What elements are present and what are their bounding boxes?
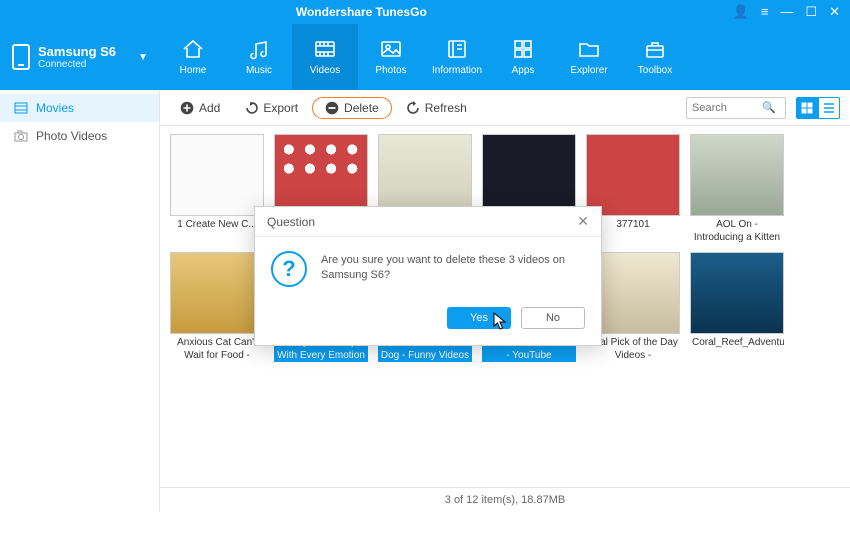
music-icon [246, 38, 272, 60]
list-view-button[interactable] [818, 97, 840, 119]
export-icon [244, 101, 258, 115]
view-toggle [796, 97, 840, 119]
yes-button[interactable]: Yes [447, 307, 511, 329]
refresh-icon [406, 101, 420, 115]
search-input[interactable] [692, 102, 762, 114]
sidebar-item-label: Movies [36, 101, 74, 115]
status-bar: 3 of 12 item(s), 18.87MB [160, 487, 850, 511]
videos-icon [312, 38, 338, 60]
nav-label: Information [432, 65, 482, 76]
video-caption: Anxious Cat Can't Wait for Food - Jokero… [170, 334, 264, 362]
sidebar-item-label: Photo Videos [36, 129, 107, 143]
video-thumb[interactable]: AOL On - Introducing a Kitten to Their N… [690, 134, 784, 244]
title-bar: Wondershare TunesGo 👤 ≡ — ☐ ✕ [0, 0, 850, 24]
phone-icon [12, 44, 30, 70]
add-button[interactable]: Add [170, 97, 230, 119]
app-title: Wondershare TunesGo [0, 5, 723, 19]
video-thumb[interactable]: 1 Create New C... [170, 134, 264, 244]
dialog-close-button[interactable]: ✕ [577, 213, 589, 230]
nav-explorer[interactable]: Explorer [556, 24, 622, 90]
video-caption: Coral_Reef_Adventure_720 [690, 334, 784, 362]
sidebar: Movies Photo Videos [0, 90, 160, 511]
photos-icon [378, 38, 404, 60]
toolbox-icon [642, 38, 668, 60]
video-caption: 1 Create New C... [170, 216, 264, 244]
video-thumb[interactable]: Coral_Reef_Adventure_720 [690, 252, 784, 362]
main-nav: Home Music Videos Photos Information App… [160, 24, 688, 90]
button-label: Export [263, 101, 298, 115]
dialog-title: Question [267, 215, 315, 229]
toolbar: Add Export Delete Refresh 🔍 [160, 90, 850, 126]
video-thumb[interactable]: Anxious Cat Can't Wait for Food - Jokero… [170, 252, 264, 362]
nav-toolbox[interactable]: Toolbox [622, 24, 688, 90]
minimize-button[interactable]: — [780, 4, 793, 20]
no-button[interactable]: No [521, 307, 585, 329]
nav-videos[interactable]: Videos [292, 24, 358, 90]
nav-label: Videos [310, 65, 340, 76]
video-caption: AOL On - Introducing a Kitten to Their N… [690, 216, 784, 244]
maximize-button[interactable]: ☐ [805, 4, 817, 20]
grid-view-button[interactable] [796, 97, 818, 119]
nav-label: Toolbox [638, 65, 672, 76]
header: Samsung S6 Connected ▼ Home Music Videos… [0, 24, 850, 90]
nav-label: Apps [512, 65, 535, 76]
user-icon[interactable]: 👤 [733, 4, 749, 20]
nav-label: Home [180, 65, 207, 76]
explorer-icon [576, 38, 602, 60]
nav-music[interactable]: Music [226, 24, 292, 90]
close-button[interactable]: ✕ [829, 4, 840, 20]
dialog-message: Are you sure you want to delete these 3 … [321, 251, 585, 287]
apps-icon [510, 38, 536, 60]
plus-icon [180, 101, 194, 115]
confirm-dialog: Question ✕ ? Are you sure you want to de… [254, 206, 602, 346]
device-status: Connected [38, 59, 130, 70]
nav-label: Photos [375, 65, 406, 76]
menu-icon[interactable]: ≡ [761, 4, 769, 20]
sidebar-item-photo-videos[interactable]: Photo Videos [0, 122, 159, 150]
sidebar-item-movies[interactable]: Movies [0, 94, 159, 122]
device-name: Samsung S6 [38, 44, 130, 59]
device-selector[interactable]: Samsung S6 Connected ▼ [0, 24, 160, 90]
home-icon [180, 38, 206, 60]
question-icon: ? [271, 251, 307, 287]
nav-label: Explorer [570, 65, 607, 76]
minus-icon [325, 101, 339, 115]
nav-photos[interactable]: Photos [358, 24, 424, 90]
button-label: Add [199, 101, 220, 115]
nav-label: Music [246, 65, 272, 76]
nav-information[interactable]: Information [424, 24, 490, 90]
nav-home[interactable]: Home [160, 24, 226, 90]
button-label: Delete [344, 101, 379, 115]
refresh-button[interactable]: Refresh [396, 97, 477, 119]
button-label: Refresh [425, 101, 467, 115]
nav-apps[interactable]: Apps [490, 24, 556, 90]
information-icon [444, 38, 470, 60]
search-box[interactable]: 🔍 [686, 97, 786, 119]
delete-button[interactable]: Delete [312, 97, 392, 119]
export-button[interactable]: Export [234, 97, 308, 119]
movies-icon [14, 102, 28, 114]
search-icon: 🔍 [762, 101, 776, 114]
camera-icon [14, 130, 28, 142]
chevron-down-icon: ▼ [138, 52, 148, 63]
